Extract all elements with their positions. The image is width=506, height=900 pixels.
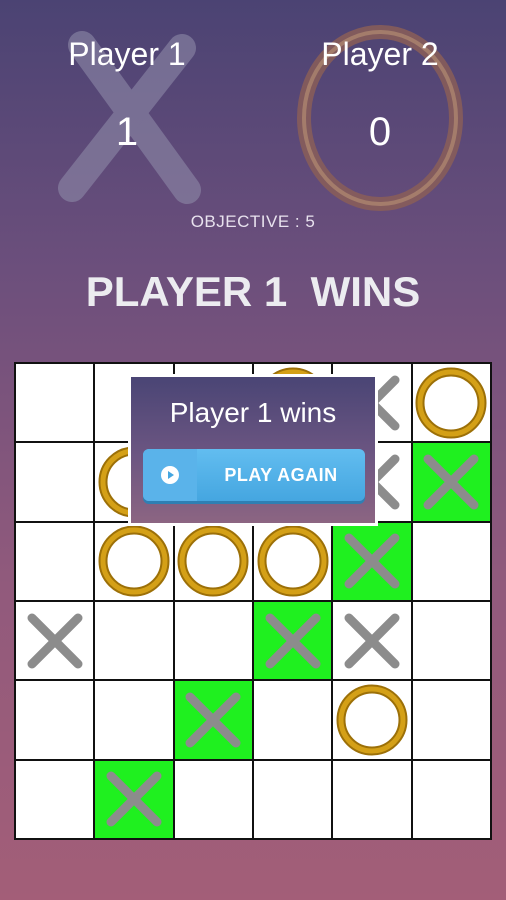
- o-mark-icon: [98, 525, 170, 597]
- player1-score: 1: [115, 110, 139, 154]
- board-cell[interactable]: [16, 522, 94, 600]
- board-cell[interactable]: [412, 681, 490, 759]
- objective-label: OBJECTIVE : 5: [190, 212, 316, 231]
- board-cell[interactable]: [412, 522, 490, 600]
- board-cell[interactable]: [333, 681, 411, 759]
- board-cell[interactable]: [254, 681, 332, 759]
- x-mark-icon: [423, 454, 479, 510]
- board-cell[interactable]: [16, 602, 94, 680]
- o-mark-icon: [257, 525, 329, 597]
- x-mark-icon: [27, 613, 83, 669]
- board-cell[interactable]: [412, 602, 490, 680]
- board-cell[interactable]: [95, 681, 173, 759]
- board-cell[interactable]: [254, 760, 332, 838]
- board-cell[interactable]: [174, 681, 252, 759]
- board-cell[interactable]: [412, 443, 490, 521]
- o-mark-icon: [177, 525, 249, 597]
- play-icon: [143, 449, 197, 501]
- x-mark-icon: [344, 613, 400, 669]
- board-cell[interactable]: [16, 760, 94, 838]
- play-again-label: PLAY AGAIN: [224, 465, 338, 485]
- win-dialog: Player 1 wins PLAY AGAIN: [128, 374, 378, 526]
- play-again-button[interactable]: PLAY AGAIN: [143, 449, 365, 501]
- board-cell[interactable]: [95, 602, 173, 680]
- board-cell[interactable]: [333, 522, 411, 600]
- player1-score-panel: Player 1 1: [27, 20, 227, 220]
- board-cell[interactable]: [333, 602, 411, 680]
- board-cell[interactable]: [254, 522, 332, 600]
- board-cell[interactable]: [412, 760, 490, 838]
- board-cell[interactable]: [174, 602, 252, 680]
- board-cell[interactable]: [174, 522, 252, 600]
- board-cell[interactable]: [16, 443, 94, 521]
- player1-name: Player 1: [68, 36, 186, 72]
- result-title: PLAYER 1 WINS: [85, 268, 421, 315]
- board-cell[interactable]: [95, 522, 173, 600]
- x-mark-icon: [265, 613, 321, 669]
- player2-score: 0: [368, 110, 392, 154]
- board-cell[interactable]: [174, 760, 252, 838]
- player2-score-panel: Player 2 0: [280, 20, 480, 220]
- x-mark-icon: [106, 771, 162, 827]
- x-mark-icon: [185, 692, 241, 748]
- win-message: Player 1 wins: [169, 397, 337, 428]
- player2-name: Player 2: [321, 36, 439, 72]
- x-mark-icon: [344, 533, 400, 589]
- board-cell[interactable]: [95, 760, 173, 838]
- o-mark-icon: [336, 684, 408, 756]
- board-cell[interactable]: [333, 760, 411, 838]
- board-cell[interactable]: [254, 602, 332, 680]
- board-cell[interactable]: [16, 681, 94, 759]
- o-mark-icon: [415, 367, 487, 439]
- board-cell[interactable]: [16, 364, 94, 442]
- board-cell[interactable]: [412, 364, 490, 442]
